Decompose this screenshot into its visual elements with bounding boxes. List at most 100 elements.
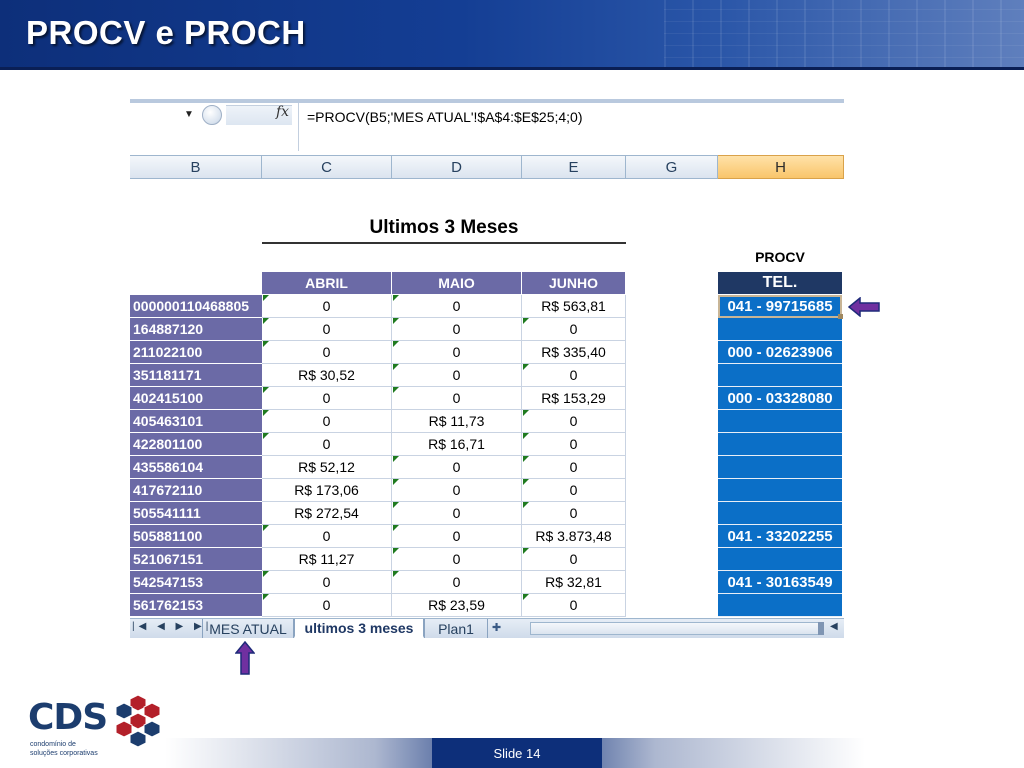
column-header-e[interactable]: E xyxy=(522,155,626,179)
tel-cell[interactable] xyxy=(718,364,842,387)
junho-cell[interactable]: 0 xyxy=(522,433,626,456)
abril-cell[interactable]: R$ 30,52 xyxy=(262,364,392,387)
tel-cell[interactable] xyxy=(718,410,842,433)
tel-cell[interactable] xyxy=(718,318,842,341)
sheet-tab-ultimos-3-meses[interactable]: ultimos 3 meses xyxy=(294,619,424,638)
abril-cell[interactable]: R$ 11,27 xyxy=(262,548,392,571)
junho-cell[interactable]: 0 xyxy=(522,456,626,479)
name-box[interactable]: ▼ xyxy=(130,105,202,125)
abril-cell[interactable]: 0 xyxy=(262,410,392,433)
row-key-cell[interactable]: 417672110 xyxy=(130,479,262,502)
row-key-cell[interactable]: 351181171 xyxy=(130,364,262,387)
row-key-cell[interactable]: 521067151 xyxy=(130,548,262,571)
tel-cell[interactable] xyxy=(718,502,842,525)
abril-cell[interactable]: 0 xyxy=(262,341,392,364)
junho-cell[interactable]: R$ 153,29 xyxy=(522,387,626,410)
maio-cell[interactable]: 0 xyxy=(392,479,522,502)
maio-cell[interactable]: 0 xyxy=(392,318,522,341)
maio-cell[interactable]: R$ 23,59 xyxy=(392,594,522,617)
abril-cell[interactable]: 0 xyxy=(262,387,392,410)
abril-cell[interactable]: 0 xyxy=(262,295,392,318)
tel-cell[interactable] xyxy=(718,433,842,456)
tel-cell[interactable] xyxy=(718,456,842,479)
maio-cell[interactable]: 0 xyxy=(392,364,522,387)
scroll-left-icon[interactable]: ◀ xyxy=(830,621,838,632)
scrollbar-thumb[interactable] xyxy=(818,622,824,635)
abril-cell[interactable]: R$ 272,54 xyxy=(262,502,392,525)
row-key-cell[interactable]: 542547153 xyxy=(130,571,262,594)
abril-cell-text: 0 xyxy=(322,413,331,429)
sheet-tab-mes-atual[interactable]: MES ATUAL xyxy=(202,619,294,638)
table-header-maio[interactable]: MAIO xyxy=(392,272,522,295)
junho-cell-text: 0 xyxy=(569,505,578,521)
formula-bar-button[interactable] xyxy=(202,105,222,125)
junho-cell[interactable]: 0 xyxy=(522,479,626,502)
column-header-g[interactable]: G xyxy=(626,155,718,179)
sheet-tab-plan1[interactable]: Plan1 xyxy=(424,619,488,638)
maio-cell[interactable]: 0 xyxy=(392,571,522,594)
abril-cell[interactable]: R$ 173,06 xyxy=(262,479,392,502)
tel-cell[interactable] xyxy=(718,548,842,571)
abril-cell[interactable]: 0 xyxy=(262,525,392,548)
maio-cell[interactable]: 0 xyxy=(392,456,522,479)
table-header-abril[interactable]: ABRIL xyxy=(262,272,392,295)
junho-cell[interactable]: 0 xyxy=(522,502,626,525)
table-row: 164887120 0 0 0 xyxy=(130,318,626,341)
junho-cell[interactable]: R$ 335,40 xyxy=(522,341,626,364)
row-key-cell[interactable]: 405463101 xyxy=(130,410,262,433)
maio-cell[interactable]: 0 xyxy=(392,341,522,364)
tab-navigation-icon[interactable]: |◀ ◀ ▶ ▶| xyxy=(132,621,212,632)
abril-cell[interactable]: 0 xyxy=(262,433,392,456)
abril-cell[interactable]: 0 xyxy=(262,318,392,341)
abril-cell[interactable]: R$ 52,12 xyxy=(262,456,392,479)
row-key-cell[interactable]: 211022100 xyxy=(130,341,262,364)
junho-cell[interactable]: 0 xyxy=(522,410,626,433)
junho-cell[interactable]: R$ 563,81 xyxy=(522,295,626,318)
column-headers: B C D E G H xyxy=(130,155,844,179)
row-key-cell[interactable]: 561762153 xyxy=(130,594,262,617)
column-header-h[interactable]: H xyxy=(718,155,844,179)
maio-cell[interactable]: R$ 16,71 xyxy=(392,433,522,456)
junho-cell[interactable]: R$ 3.873,48 xyxy=(522,525,626,548)
row-key-cell[interactable]: 435586104 xyxy=(130,456,262,479)
maio-cell[interactable]: R$ 11,73 xyxy=(392,410,522,433)
tel-header[interactable]: TEL. xyxy=(718,272,842,295)
row-key-cell[interactable]: 164887120 xyxy=(130,318,262,341)
abril-cell[interactable]: 0 xyxy=(262,594,392,617)
formula-input[interactable]: =PROCV(B5;'MES ATUAL'!$A$4:$E$25;4;0) xyxy=(298,103,844,151)
slide-number: Slide 14 xyxy=(432,738,602,768)
table-header-junho[interactable]: JUNHO xyxy=(522,272,626,295)
fx-icon[interactable]: fx xyxy=(276,104,289,120)
fill-handle[interactable] xyxy=(838,314,843,319)
tel-cell[interactable] xyxy=(718,479,842,502)
junho-cell[interactable]: 0 xyxy=(522,548,626,571)
abril-cell[interactable]: 0 xyxy=(262,571,392,594)
row-key-cell[interactable]: 000000110468805 xyxy=(130,295,262,318)
column-header-d[interactable]: D xyxy=(392,155,522,179)
maio-cell[interactable]: 0 xyxy=(392,548,522,571)
maio-cell[interactable]: 0 xyxy=(392,387,522,410)
tel-cell[interactable]: 000 - 02623906 xyxy=(718,341,842,364)
maio-cell[interactable]: 0 xyxy=(392,502,522,525)
insert-sheet-icon[interactable]: ✚ xyxy=(492,621,510,635)
maio-cell[interactable]: 0 xyxy=(392,525,522,548)
column-header-c[interactable]: C xyxy=(262,155,392,179)
row-key-cell[interactable]: 402415100 xyxy=(130,387,262,410)
table-row: 435586104 R$ 52,12 0 0 xyxy=(130,456,626,479)
dropdown-arrow-icon[interactable]: ▼ xyxy=(184,109,194,120)
tel-cell[interactable]: 000 - 03328080 xyxy=(718,387,842,410)
junho-cell[interactable]: R$ 32,81 xyxy=(522,571,626,594)
tel-cell[interactable] xyxy=(718,594,842,617)
maio-cell[interactable]: 0 xyxy=(392,295,522,318)
row-key-cell[interactable]: 505881100 xyxy=(130,525,262,548)
tel-cell[interactable]: 041 - 33202255 xyxy=(718,525,842,548)
junho-cell[interactable]: 0 xyxy=(522,594,626,617)
junho-cell[interactable]: 0 xyxy=(522,364,626,387)
horizontal-scrollbar[interactable] xyxy=(530,622,820,635)
row-key-cell[interactable]: 505541111 xyxy=(130,502,262,525)
row-key-cell[interactable]: 422801100 xyxy=(130,433,262,456)
tel-cell[interactable]: 041 - 30163549 xyxy=(718,571,842,594)
tel-cell-selected[interactable]: 041 - 99715685 xyxy=(718,295,842,318)
junho-cell[interactable]: 0 xyxy=(522,318,626,341)
column-header-b[interactable]: B xyxy=(130,155,262,179)
